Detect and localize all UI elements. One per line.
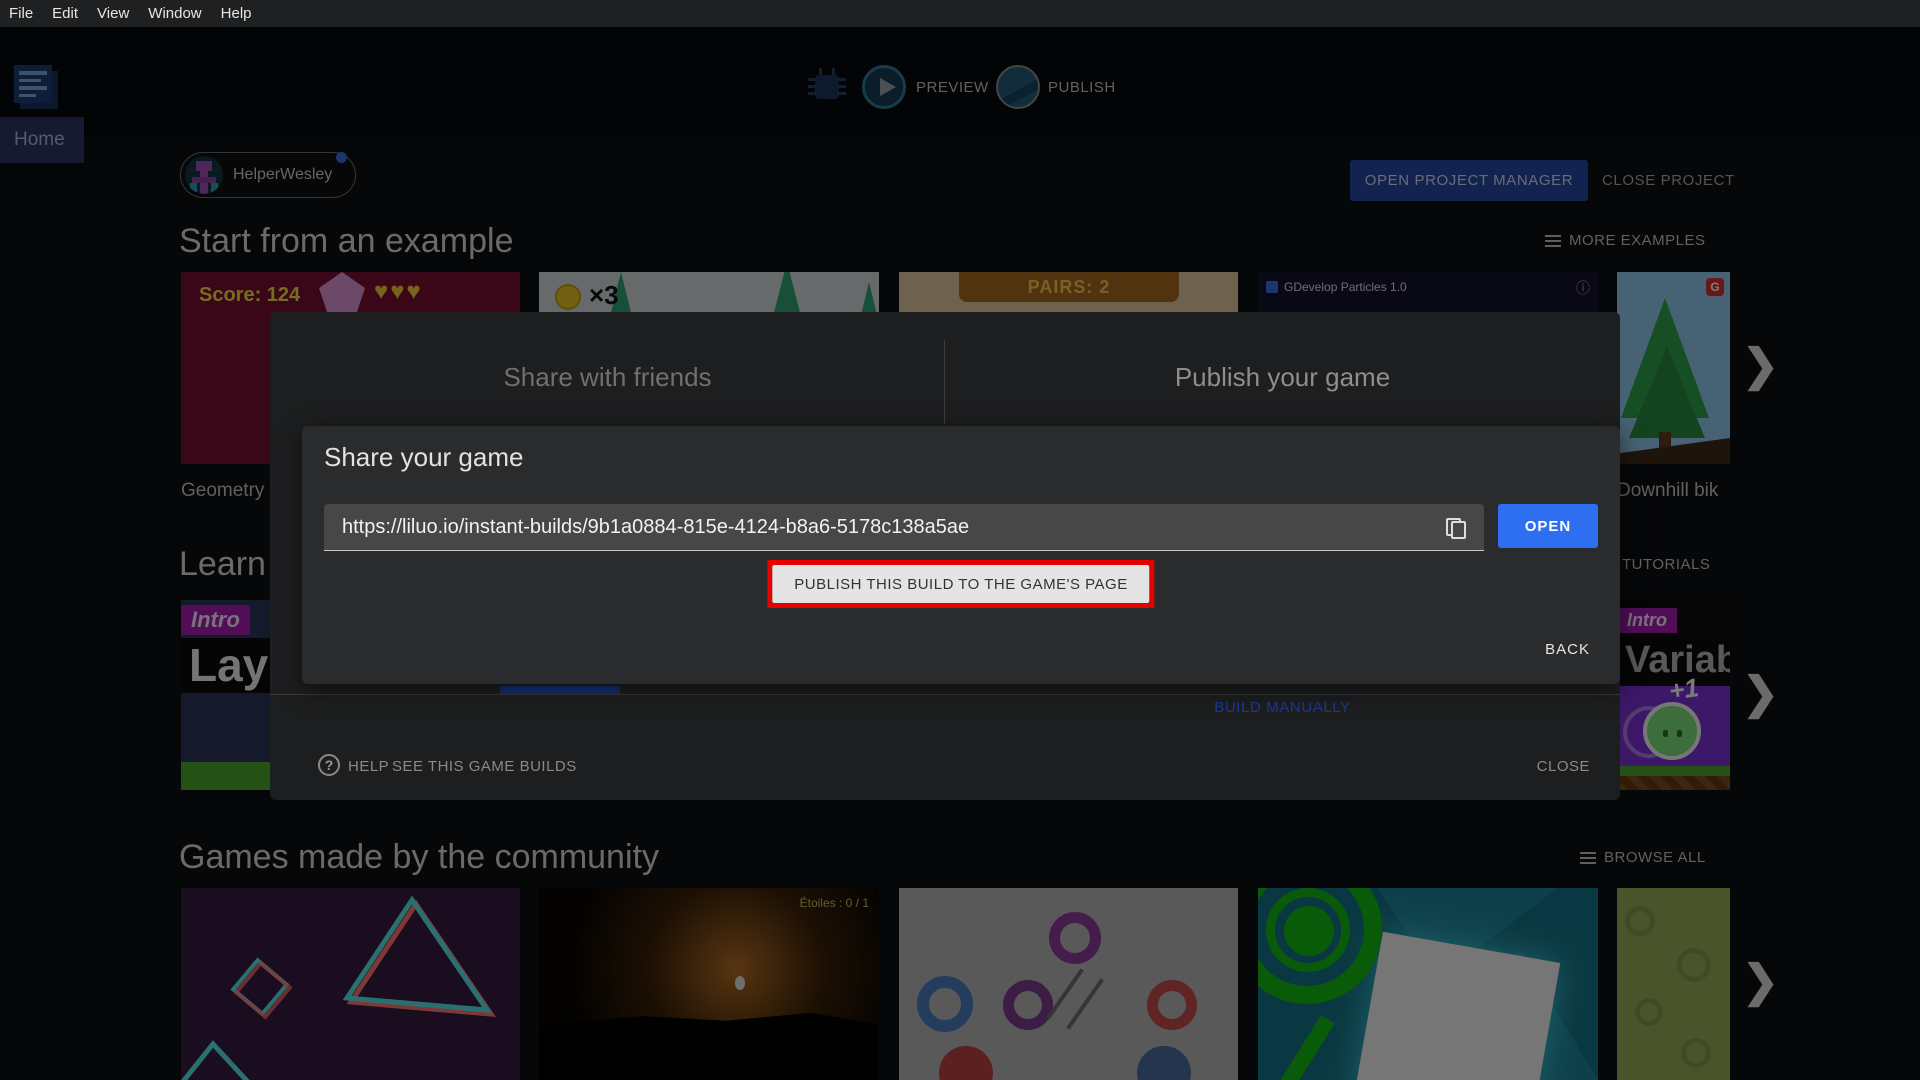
build-manually-link[interactable]: BUILD MANUALLY [945,699,1620,716]
menu-help[interactable]: Help [221,5,252,22]
open-build-button[interactable]: OPEN [1498,504,1598,548]
share-dialog: Share with friends Publish your game BUI… [270,312,1620,800]
tab-divider [944,340,945,424]
menu-bar: File Edit View Window Help [0,0,1920,27]
copy-icon [1446,517,1466,539]
build-url-row: OPEN [324,504,1598,551]
back-button[interactable]: BACK [1545,641,1590,658]
help-icon[interactable]: ? [318,754,340,776]
menu-view[interactable]: View [97,5,129,22]
close-dialog-button[interactable]: CLOSE [1537,758,1590,775]
generate-link-button-sliver [500,686,620,694]
build-url-input[interactable] [324,515,1484,539]
panel-title: Share your game [324,442,524,472]
copy-link-button[interactable] [1438,511,1474,544]
build-url-field[interactable] [324,504,1484,551]
tab-share-with-friends[interactable]: Share with friends [270,362,945,393]
publish-this-build-button[interactable]: PUBLISH THIS BUILD TO THE GAME'S PAGE [772,565,1150,603]
see-game-builds-button[interactable]: SEE THIS GAME BUILDS [392,758,577,775]
dialog-divider [270,694,1620,695]
menu-file[interactable]: File [9,5,33,22]
help-button[interactable]: HELP [348,758,389,775]
annotation-red-box: PUBLISH THIS BUILD TO THE GAME'S PAGE [767,560,1155,608]
menu-edit[interactable]: Edit [52,5,78,22]
menu-window[interactable]: Window [148,5,201,22]
share-your-game-panel: Share your game OPEN PUBLISH THIS BUILD … [302,426,1620,684]
tab-publish-your-game[interactable]: Publish your game [945,362,1620,393]
